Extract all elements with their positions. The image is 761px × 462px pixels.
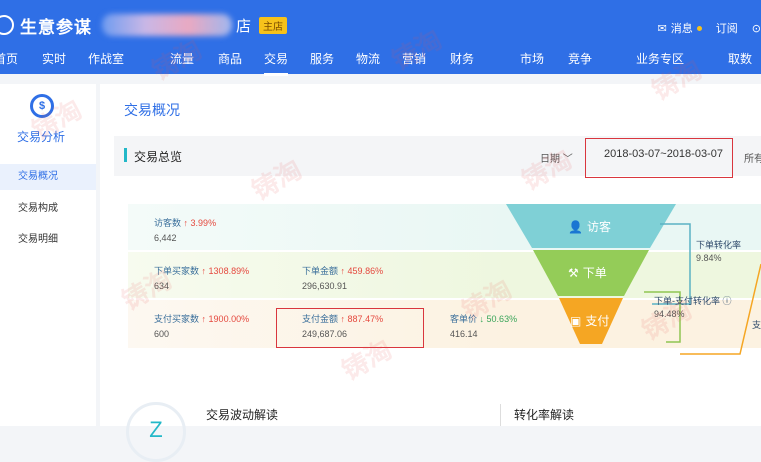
metric-name: 访客数 — [154, 218, 182, 228]
main-panel: 交易概况 交易总览 日期 ﹀ 2018-03-07~2018-03-07 所有 … — [100, 84, 761, 462]
highlight-box-pay-amount — [276, 308, 424, 348]
nav-marketing[interactable]: 营销 — [402, 50, 426, 67]
messages-button[interactable]: ✉ 消息 — [658, 20, 702, 36]
pay-conversion-rate: 支 — [752, 320, 761, 330]
nav-war-room[interactable]: 作战室 — [88, 50, 124, 67]
nav-product[interactable]: 商品 — [218, 50, 242, 67]
nav-logistics[interactable]: 物流 — [356, 50, 380, 67]
funnel-stage-label: 支付 — [585, 314, 610, 328]
sidebar-title: 交易分析 — [17, 130, 66, 144]
unread-dot — [696, 25, 702, 31]
order-pay-conversion-rate: 下单-支付转化率 ⓘ 94.48% — [654, 294, 732, 319]
metric-value: 600 — [154, 329, 170, 339]
metric-change: 1308.89% — [208, 266, 250, 276]
order-conversion-rate: 下单转化率 9.84% — [696, 238, 741, 263]
role-badge: 主店 — [259, 16, 288, 34]
help-icon[interactable]: ⓘ — [723, 296, 732, 306]
more-icon[interactable]: ⊙ — [752, 22, 761, 35]
conversion-label: 下单-支付转化率 — [654, 296, 720, 306]
metric-pay-buyers: 支付买家数 ↑ 1900.00% 600 — [154, 312, 249, 339]
nav-home[interactable]: 首页 — [0, 50, 18, 67]
metric-change: 3.99% — [190, 218, 217, 228]
conversion-value: 94.48% — [654, 309, 685, 319]
top-navigation-bar: 生意参谋 店 主店 ✉ 消息 订阅 ⊙ 首页 实时 作战室 流量 商品 交易 服… — [0, 0, 761, 76]
nav-traffic[interactable]: 流量 — [170, 50, 194, 67]
metric-name: 下单金额 — [302, 266, 339, 276]
mail-icon: ✉ — [657, 22, 667, 35]
nav-market[interactable]: 市场 — [520, 50, 544, 67]
chevron-down-icon: ﹀ — [562, 154, 573, 165]
nav-service[interactable]: 服务 — [310, 50, 334, 67]
section-title: 交易总览 — [134, 150, 183, 164]
nav-data-fetch[interactable]: 取数 — [728, 50, 752, 67]
top-right-actions: ✉ 消息 订阅 ⊙ — [658, 20, 761, 36]
date-label: 日期 — [540, 154, 560, 165]
dollar-icon: $ — [30, 94, 54, 118]
funnel-stage-label: 下单 — [582, 266, 607, 280]
blurred-shop-name — [102, 14, 232, 36]
user-icon: 👤 — [568, 219, 583, 234]
conversion-analysis-title: 转化率解读 — [514, 408, 575, 422]
wallet-icon: ▣ — [570, 313, 582, 328]
metric-visitors: 访客数 ↑ 3.99% 6,442 — [154, 216, 216, 243]
brand: 生意参谋 店 主店 — [0, 12, 288, 38]
metric-value: 634 — [154, 281, 170, 291]
sidebar: $ 交易分析 交易概况 交易构成 交易明细 — [0, 84, 96, 426]
logo-icon — [0, 15, 14, 35]
messages-label: 消息 — [670, 23, 693, 35]
nav-trade[interactable]: 交易 — [264, 50, 289, 76]
nav-finance[interactable]: 财务 — [450, 50, 474, 67]
conversion-label: 下单转化率 — [696, 240, 742, 250]
metric-order-buyers: 下单买家数 ↑ 1308.89% 634 — [154, 264, 249, 291]
brand-name: 生意参谋 — [20, 17, 92, 37]
arrow-up-icon: ↑ — [201, 266, 207, 276]
conversion-connectors — [644, 223, 761, 355]
nav-business-zone[interactable]: 业务专区 — [636, 50, 684, 67]
funnel-label-orders: ⚒ 下单 — [568, 264, 607, 281]
subscribe-button[interactable]: 订阅 — [716, 20, 738, 36]
nav-realtime[interactable]: 实时 — [42, 50, 66, 67]
metric-change: 1900.00% — [208, 314, 250, 324]
hammer-icon: ⚒ — [568, 265, 579, 280]
sidebar-item-details[interactable]: 交易明细 — [0, 227, 96, 253]
metric-name: 支付买家数 — [154, 314, 200, 324]
sidebar-item-composition[interactable]: 交易构成 — [0, 196, 96, 222]
funnel-label-visitors: 👤 访客 — [568, 218, 611, 235]
highlight-box-date — [585, 138, 733, 178]
arrow-down-icon: ↓ — [479, 314, 485, 324]
date-selector[interactable]: 日期 ﹀ — [540, 150, 573, 165]
arrow-up-icon: ↑ — [183, 218, 189, 228]
metric-change: 459.86% — [347, 266, 384, 276]
funnel-stage-label: 访客 — [586, 220, 611, 234]
divider — [500, 404, 501, 426]
wave-analysis-icon: Z — [126, 402, 186, 462]
shop-suffix: 店 — [236, 17, 252, 35]
arrow-up-icon: ↑ — [340, 266, 346, 276]
section-marker — [124, 148, 127, 162]
metric-order-amount: 下单金额 ↑ 459.86% 296,630.91 — [302, 264, 383, 291]
metric-name: 下单买家数 — [154, 266, 200, 276]
metric-name: 客单价 — [450, 314, 478, 324]
page-title: 交易概况 — [124, 102, 180, 118]
wave-analysis-title: 交易波动解读 — [206, 408, 279, 422]
funnel-label-payments: ▣ 支付 — [570, 312, 609, 329]
all-terminals-select[interactable]: 所有 — [744, 150, 761, 165]
metric-value: 296,630.91 — [302, 281, 348, 291]
arrow-up-icon: ↑ — [201, 314, 207, 324]
conversion-value: 9.84% — [696, 253, 722, 263]
nav-competition[interactable]: 竞争 — [568, 50, 592, 67]
sidebar-item-overview[interactable]: 交易概况 — [0, 164, 96, 190]
metric-value: 6,442 — [154, 233, 177, 243]
